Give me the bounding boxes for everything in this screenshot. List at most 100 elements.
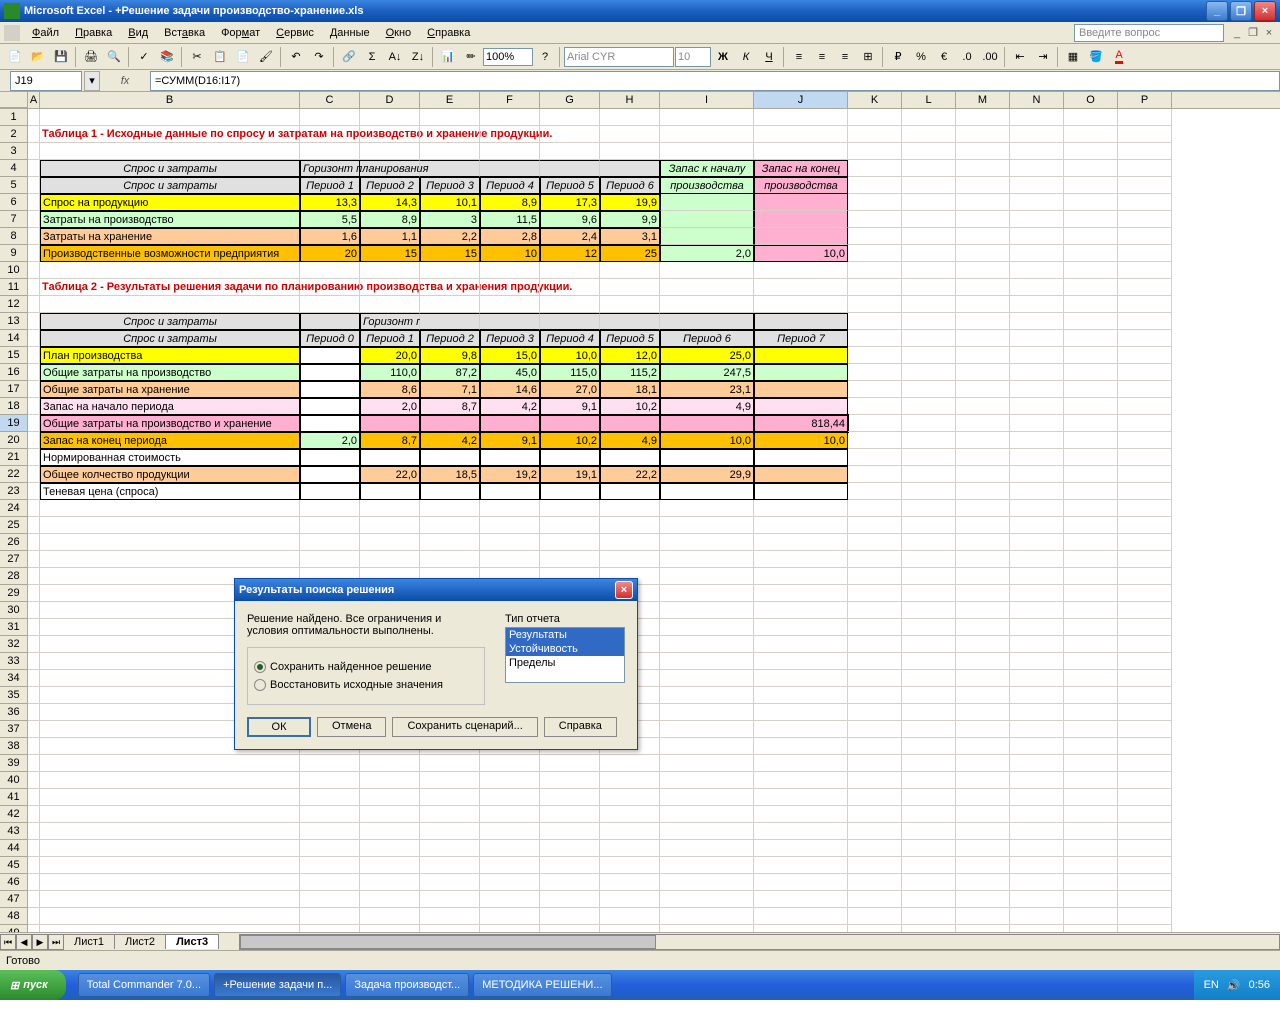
cell-J49[interactable] — [754, 925, 848, 932]
font-size-combo[interactable] — [675, 47, 711, 67]
fill-color-icon[interactable]: 🪣 — [1085, 46, 1107, 68]
cell-D17[interactable]: 8,6 — [360, 381, 420, 398]
cell-A13[interactable] — [28, 313, 40, 330]
zoom-combo[interactable] — [483, 48, 533, 66]
cell-C47[interactable] — [300, 891, 360, 908]
cell-M28[interactable] — [956, 568, 1010, 585]
cell-P17[interactable] — [1118, 381, 1172, 398]
cell-N38[interactable] — [1010, 738, 1064, 755]
cell-O15[interactable] — [1064, 347, 1118, 364]
cell-O12[interactable] — [1064, 296, 1118, 313]
cell-O42[interactable] — [1064, 806, 1118, 823]
cell-M40[interactable] — [956, 772, 1010, 789]
cell-L24[interactable] — [902, 500, 956, 517]
cell-A49[interactable] — [28, 925, 40, 932]
cell-B7[interactable]: Затраты на производство — [40, 211, 300, 228]
ask-question-box[interactable]: Введите вопрос — [1074, 24, 1224, 42]
col-header-L[interactable]: L — [902, 92, 956, 108]
cell-B25[interactable] — [40, 517, 300, 534]
cell-P49[interactable] — [1118, 925, 1172, 932]
cell-F48[interactable] — [480, 908, 540, 925]
cell-L43[interactable] — [902, 823, 956, 840]
cell-E42[interactable] — [420, 806, 480, 823]
cell-D18[interactable]: 2,0 — [360, 398, 420, 415]
cell-A4[interactable] — [28, 160, 40, 177]
cell-L16[interactable] — [902, 364, 956, 381]
cell-B15[interactable]: План производства — [40, 347, 300, 364]
cell-I47[interactable] — [660, 891, 754, 908]
cell-B43[interactable] — [40, 823, 300, 840]
cell-P26[interactable] — [1118, 534, 1172, 551]
cell-E45[interactable] — [420, 857, 480, 874]
cell-K25[interactable] — [848, 517, 902, 534]
cell-K3[interactable] — [848, 143, 902, 160]
cell-M21[interactable] — [956, 449, 1010, 466]
cell-O24[interactable] — [1064, 500, 1118, 517]
cell-I5[interactable]: производства — [660, 177, 754, 194]
cell-C22[interactable] — [300, 466, 360, 483]
cell-H46[interactable] — [600, 874, 660, 891]
cell-J48[interactable] — [754, 908, 848, 925]
row-header-39[interactable]: 39 — [0, 755, 28, 772]
cell-L23[interactable] — [902, 483, 956, 500]
cell-K39[interactable] — [848, 755, 902, 772]
cell-P19[interactable] — [1118, 415, 1172, 432]
formula-input[interactable]: =СУММ(D16:I17) — [150, 71, 1280, 91]
cell-I21[interactable] — [660, 449, 754, 466]
tab-nav-prev[interactable]: ◀ — [16, 934, 32, 950]
col-header-P[interactable]: P — [1118, 92, 1172, 108]
cell-E14[interactable]: Период 2 — [420, 330, 480, 347]
cell-O44[interactable] — [1064, 840, 1118, 857]
start-button[interactable]: ⊞пуск — [0, 970, 66, 1000]
cell-G6[interactable]: 17,3 — [540, 194, 600, 211]
cell-O28[interactable] — [1064, 568, 1118, 585]
euro-icon[interactable]: € — [933, 46, 955, 68]
cell-M24[interactable] — [956, 500, 1010, 517]
cell-H20[interactable]: 4,9 — [600, 432, 660, 449]
cell-E44[interactable] — [420, 840, 480, 857]
cell-K18[interactable] — [848, 398, 902, 415]
cell-K20[interactable] — [848, 432, 902, 449]
cell-A21[interactable] — [28, 449, 40, 466]
cell-J10[interactable] — [754, 262, 848, 279]
cell-O39[interactable] — [1064, 755, 1118, 772]
cell-G44[interactable] — [540, 840, 600, 857]
row-header-28[interactable]: 28 — [0, 568, 28, 585]
cell-D45[interactable] — [360, 857, 420, 874]
cell-O43[interactable] — [1064, 823, 1118, 840]
cell-F21[interactable] — [480, 449, 540, 466]
cell-O22[interactable] — [1064, 466, 1118, 483]
percent-icon[interactable]: % — [910, 46, 932, 68]
cell-G16[interactable]: 115,0 — [540, 364, 600, 381]
cell-N31[interactable] — [1010, 619, 1064, 636]
cell-C18[interactable] — [300, 398, 360, 415]
cell-A18[interactable] — [28, 398, 40, 415]
cell-I20[interactable]: 10,0 — [660, 432, 754, 449]
cell-M22[interactable] — [956, 466, 1010, 483]
cell-J13[interactable] — [754, 313, 848, 330]
cell-H48[interactable] — [600, 908, 660, 925]
cell-F5[interactable]: Период 4 — [480, 177, 540, 194]
redo-icon[interactable]: ↷ — [308, 46, 330, 68]
cell-B5[interactable]: Спрос и затраты — [40, 177, 300, 194]
cell-L8[interactable] — [902, 228, 956, 245]
cell-P39[interactable] — [1118, 755, 1172, 772]
close-button[interactable]: × — [1254, 1, 1276, 21]
col-header-E[interactable]: E — [420, 92, 480, 108]
cell-D27[interactable] — [360, 551, 420, 568]
cell-L34[interactable] — [902, 670, 956, 687]
cell-L11[interactable] — [902, 279, 956, 296]
row-header-24[interactable]: 24 — [0, 500, 28, 517]
cell-J8[interactable] — [754, 228, 848, 245]
sort-desc-icon[interactable]: Z↓ — [407, 46, 429, 68]
cell-P20[interactable] — [1118, 432, 1172, 449]
cell-C12[interactable] — [300, 296, 360, 313]
cell-D2[interactable] — [360, 126, 420, 143]
cell-M12[interactable] — [956, 296, 1010, 313]
cell-L9[interactable] — [902, 245, 956, 262]
cell-A24[interactable] — [28, 500, 40, 517]
cell-O7[interactable] — [1064, 211, 1118, 228]
cell-D12[interactable] — [360, 296, 420, 313]
cell-D23[interactable] — [360, 483, 420, 500]
cell-A12[interactable] — [28, 296, 40, 313]
